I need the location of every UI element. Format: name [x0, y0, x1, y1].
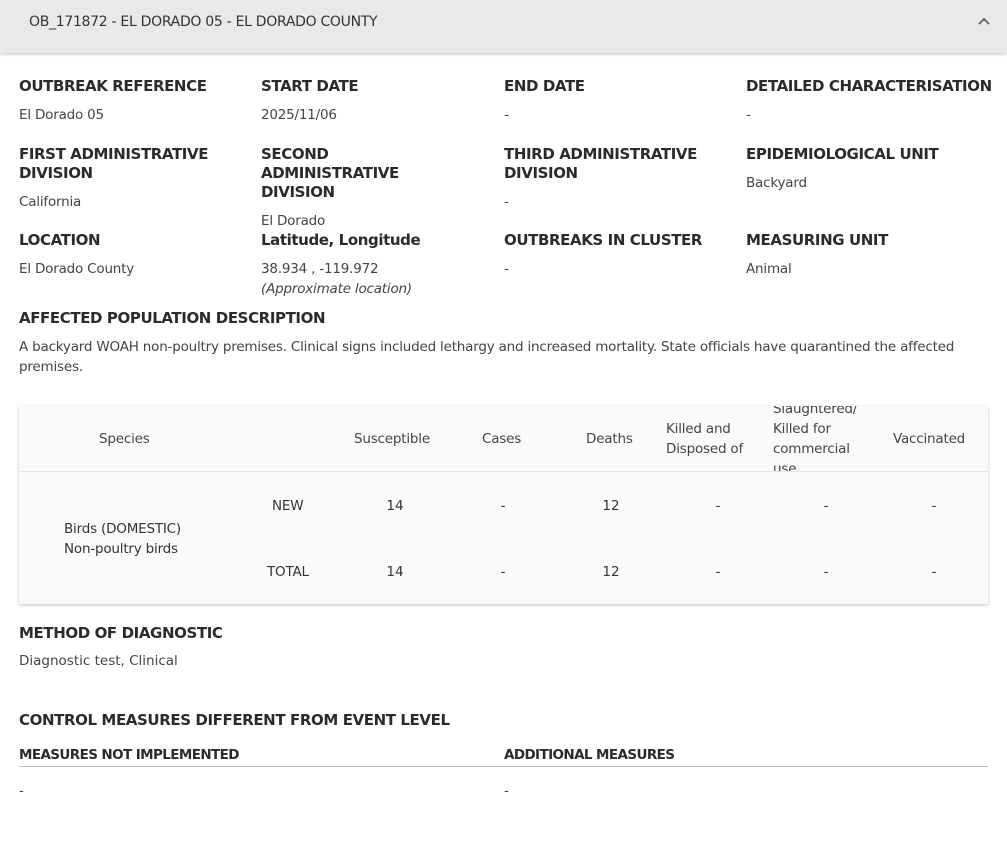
field-value: California [19, 194, 82, 210]
field-value: Backyard [746, 175, 807, 191]
diagnostic-label: METHOD OF DIAGNOSTIC [19, 624, 223, 642]
col-header-slaughtered: Slaughtered/ Killed for commercial use [773, 406, 858, 471]
field-value: El Dorado 05 [19, 107, 104, 123]
cell-new-vaccinated: - [931, 498, 937, 514]
additional-measures-label: ADDITIONAL MEASURES [504, 747, 675, 763]
col-header-deaths: Deaths [586, 431, 633, 447]
row-label-total: TOTAL [267, 564, 309, 580]
field-label: MEASURING UNIT [746, 231, 888, 249]
cell-total-susceptible: 14 [386, 564, 404, 580]
cell-new-deaths: 12 [602, 498, 620, 514]
field-third-admin-division: THIRD ADMINISTRATIVE DIVISION - [504, 145, 704, 212]
field-location: LOCATION El Dorado County [19, 231, 249, 279]
affected-population-label: AFFECTED POPULATION DESCRIPTION [19, 309, 326, 327]
field-value: El Dorado [261, 213, 326, 229]
diagnostic-value: Diagnostic test, Clinical [19, 653, 178, 669]
outbreak-header[interactable]: OB_171872 - EL DORADO 05 - EL DORADO COU… [0, 0, 1007, 53]
cell-new-killed: - [715, 498, 721, 514]
field-label: OUTBREAKS IN CLUSTER [504, 231, 703, 249]
field-measuring-unit: MEASURING UNIT Animal [746, 231, 976, 279]
field-epidemiological-unit: EPIDEMIOLOGICAL UNIT Backyard [746, 145, 1001, 193]
field-value: 2025/11/06 [261, 107, 337, 123]
field-start-date: START DATE 2025/11/06 [261, 77, 491, 125]
field-label: START DATE [261, 77, 359, 95]
population-table: Species Susceptible Cases Deaths Killed … [19, 406, 988, 604]
col-header-vaccinated: Vaccinated [893, 431, 966, 447]
additional-measures-value: - [504, 783, 509, 799]
field-second-admin-division: SECOND ADMINISTRATIVE DIVISION El Dorado [261, 145, 471, 231]
field-lat-long: Latitude, Longitude 38.934 , -119.972 (A… [261, 231, 491, 299]
row-label-new: NEW [272, 498, 304, 514]
field-value: - [504, 194, 509, 210]
measures-not-implemented-label: MEASURES NOT IMPLEMENTED [19, 747, 239, 763]
cell-new-susceptible: 14 [386, 498, 404, 514]
field-value: Animal [746, 261, 792, 277]
cell-total-deaths: 12 [602, 564, 620, 580]
field-outbreaks-in-cluster: OUTBREAKS IN CLUSTER - [504, 231, 734, 279]
cell-total-killed: - [715, 564, 721, 580]
field-value: - [504, 261, 509, 277]
field-value: 38.934 , -119.972 [261, 261, 379, 277]
field-label: SECOND ADMINISTRATIVE DIVISION [261, 145, 399, 201]
species-name: Birds (DOMESTIC) Non-poultry birds [64, 521, 181, 557]
col-header-killed-disposed: Killed and Disposed of [666, 421, 744, 457]
field-label: Latitude, Longitude [261, 231, 421, 249]
field-outbreak-reference: OUTBREAK REFERENCE El Dorado 05 [19, 77, 249, 125]
field-value: - [504, 107, 509, 123]
cell-total-slaughtered: - [823, 564, 829, 580]
col-header-susceptible: Susceptible [354, 431, 430, 447]
field-label: LOCATION [19, 231, 101, 249]
cell-total-cases: - [500, 564, 506, 580]
field-label: DETAILED CHARACTERISATION [746, 77, 992, 95]
affected-population-text: A backyard WOAH non-poultry premises. Cl… [19, 339, 955, 375]
cell-new-cases: - [500, 498, 506, 514]
approximate-location-note: (Approximate location) [261, 281, 412, 297]
field-end-date: END DATE - [504, 77, 734, 125]
field-value: - [746, 107, 751, 123]
cell-new-slaughtered: - [823, 498, 829, 514]
col-header-species: Species [99, 431, 150, 447]
measures-not-implemented-value: - [19, 783, 24, 799]
field-label: EPIDEMIOLOGICAL UNIT [746, 145, 939, 163]
cell-total-vaccinated: - [931, 564, 937, 580]
control-measures-label: CONTROL MEASURES DIFFERENT FROM EVENT LE… [19, 711, 450, 729]
field-first-admin-division: FIRST ADMINISTRATIVE DIVISION California [19, 145, 219, 212]
outbreak-title: OB_171872 - EL DORADO 05 - EL DORADO COU… [29, 14, 378, 30]
control-measures-divider [19, 766, 988, 767]
col-header-cases: Cases [482, 431, 522, 447]
table-header-divider [19, 471, 988, 472]
field-label: OUTBREAK REFERENCE [19, 77, 207, 95]
field-label: THIRD ADMINISTRATIVE DIVISION [504, 145, 697, 182]
field-value: El Dorado County [19, 261, 135, 277]
chevron-up-icon[interactable] [975, 13, 993, 31]
field-label: FIRST ADMINISTRATIVE DIVISION [19, 145, 209, 182]
field-detailed-characterisation: DETAILED CHARACTERISATION - [746, 77, 1001, 125]
field-label: END DATE [504, 77, 585, 95]
